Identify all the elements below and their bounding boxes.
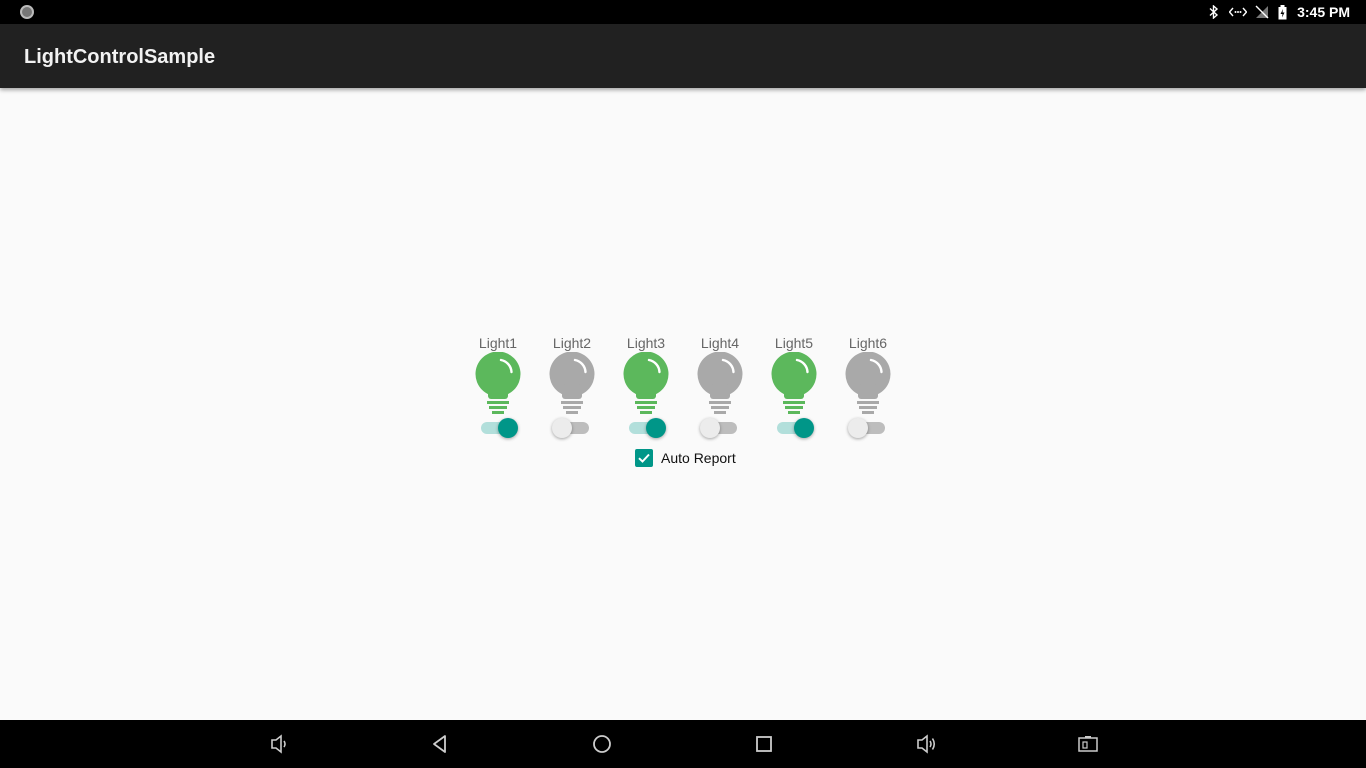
home-icon[interactable] xyxy=(590,732,614,756)
checkbox-checked-icon[interactable] xyxy=(635,449,653,467)
light-item-5: Light5 xyxy=(757,335,831,445)
lightbulb-icon xyxy=(549,352,595,414)
recents-icon[interactable] xyxy=(752,732,776,756)
notification-dot-icon xyxy=(20,5,34,19)
lightbulb-icon xyxy=(623,352,669,414)
status-icons: 3:45 PM xyxy=(1207,0,1350,24)
app-title: LightControlSample xyxy=(24,46,216,68)
lightbulb-icon xyxy=(697,352,743,414)
light-toggle-switch[interactable] xyxy=(774,416,814,440)
light-item-6: Light6 xyxy=(831,335,905,445)
light-toggle-switch[interactable] xyxy=(478,416,518,440)
light-toggle-switch[interactable] xyxy=(848,416,888,440)
light-toggle-switch[interactable] xyxy=(552,416,592,440)
light-label: Light6 xyxy=(848,335,888,351)
lightbulb-icon xyxy=(845,352,891,414)
navigation-bar xyxy=(0,720,1366,768)
lightbulb-icon xyxy=(475,352,521,414)
volume-up-icon[interactable] xyxy=(914,732,938,756)
light-toggle-switch[interactable] xyxy=(700,416,740,440)
no-signal-icon xyxy=(1255,4,1269,20)
main-content: Light1 Light2 Light3 Light4 Light5 Light… xyxy=(0,88,1366,720)
lightbulb-icon xyxy=(771,352,817,414)
light-item-4: Light4 xyxy=(683,335,757,445)
back-icon[interactable] xyxy=(428,732,452,756)
data-transfer-icon xyxy=(1229,4,1248,20)
lights-row: Light1 Light2 Light3 Light4 Light5 Light… xyxy=(461,335,905,445)
light-label: Light2 xyxy=(552,335,592,351)
light-item-3: Light3 xyxy=(609,335,683,445)
bluetooth-icon xyxy=(1207,4,1221,20)
light-label: Light3 xyxy=(626,335,666,351)
light-item-1: Light1 xyxy=(461,335,535,445)
light-item-2: Light2 xyxy=(535,335,609,445)
light-label: Light5 xyxy=(774,335,814,351)
light-label: Light4 xyxy=(700,335,740,351)
auto-report-label: Auto Report xyxy=(661,450,736,466)
screenshot-icon[interactable] xyxy=(1076,732,1100,756)
auto-report-checkbox[interactable]: Auto Report xyxy=(635,449,736,467)
status-bar: 3:45 PM xyxy=(0,0,1366,24)
app-bar: LightControlSample xyxy=(0,24,1366,88)
light-toggle-switch[interactable] xyxy=(626,416,666,440)
status-time: 3:45 PM xyxy=(1297,4,1350,20)
light-label: Light1 xyxy=(478,335,518,351)
battery-icon xyxy=(1277,4,1287,20)
volume-down-icon[interactable] xyxy=(267,732,291,756)
